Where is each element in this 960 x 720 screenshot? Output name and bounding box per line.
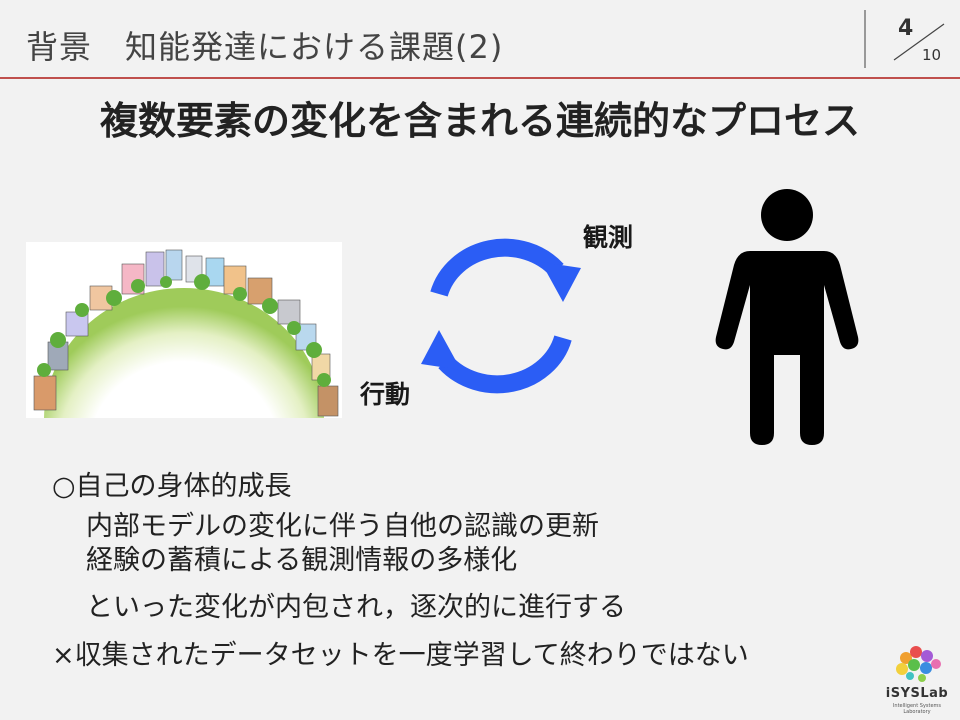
- label-action: 行動: [360, 380, 411, 409]
- lab-logo-icon: [896, 646, 941, 682]
- cycle-arrows-icon: [421, 238, 581, 394]
- body-line-self-growth: ○自己の身体的成長: [52, 471, 292, 502]
- header-divider: [0, 77, 960, 79]
- page-number-divider: [864, 10, 866, 68]
- body-line-contrast: ×収集されたデータセットを一度学習して終わりではない: [52, 640, 749, 671]
- body-line-summary: といった変化が内包され，逐次的に進行する: [86, 592, 626, 623]
- lab-logo-text: iSYSLab: [885, 686, 949, 701]
- page-number-total: 10: [922, 46, 942, 64]
- slide-title: 背景 知能発達における課題(2): [26, 28, 504, 66]
- person-icon: [715, 189, 859, 445]
- body-line-experience: 経験の蓄積による観測情報の多様化: [86, 545, 518, 576]
- label-observe: 観測: [583, 223, 634, 252]
- world-city-illustration: [26, 242, 342, 418]
- main-heading: 複数要素の変化を含まれる連続的なプロセス: [99, 99, 860, 143]
- lab-logo-subtext: Intelligent Systems Laboratory: [892, 703, 942, 715]
